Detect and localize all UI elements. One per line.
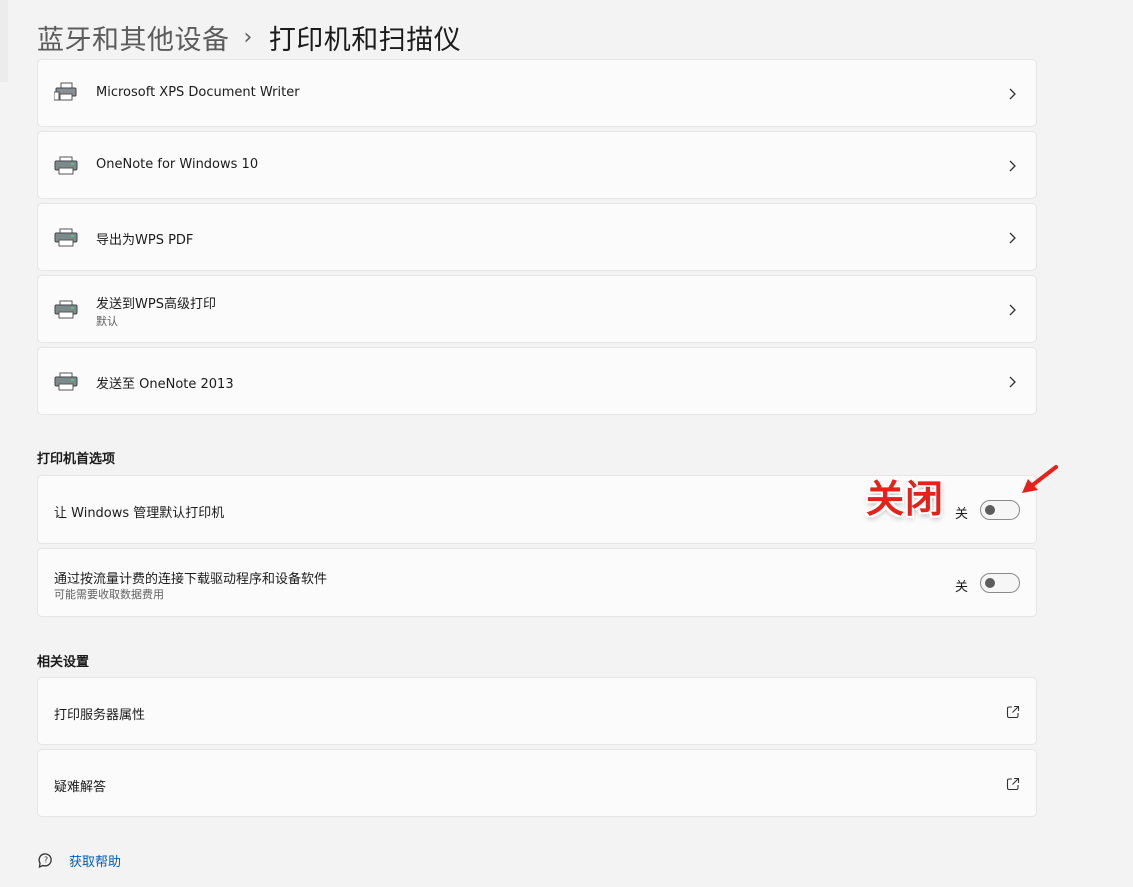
breadcrumb-separator: › — [243, 24, 253, 50]
pref-label: 通过按流量计费的连接下载驱动程序和设备软件 — [54, 572, 328, 587]
chevron-right-icon — [1009, 376, 1016, 388]
printer-row-wps-advanced[interactable]: 发送到WPS高级打印 默认 — [37, 275, 1037, 343]
printer-name: OneNote for Windows 10 — [96, 157, 259, 172]
printer-row-onenote-win10[interactable]: OneNote for Windows 10 — [37, 131, 1037, 199]
manage-default-printer-toggle[interactable] — [980, 500, 1020, 520]
chevron-right-icon — [1009, 232, 1016, 244]
toggle-knob — [985, 578, 995, 588]
printer-icon — [54, 156, 78, 175]
breadcrumb-parent[interactable]: 蓝牙和其他设备 — [37, 18, 230, 57]
annotation-arrow-icon — [1022, 465, 1058, 493]
related-label: 打印服务器属性 — [54, 708, 146, 723]
printer-row-xps[interactable]: Microsoft XPS Document Writer — [37, 59, 1037, 127]
metered-download-toggle[interactable] — [980, 573, 1020, 593]
related-row-troubleshoot[interactable]: 疑难解答 — [37, 749, 1037, 817]
page-title: 打印机和扫描仪 — [268, 24, 462, 56]
related-row-print-server-properties[interactable]: 打印服务器属性 — [37, 677, 1037, 745]
svg-text:?: ? — [44, 856, 48, 865]
get-help-link[interactable]: ? 获取帮助 — [37, 849, 121, 871]
toggle-state-label: 关 — [954, 507, 968, 522]
printer-row-wps-pdf[interactable]: 导出为WPS PDF — [37, 203, 1037, 271]
printer-icon — [54, 372, 78, 391]
printer-name: 发送至 OneNote 2013 — [96, 377, 234, 392]
related-label: 疑难解答 — [54, 780, 107, 795]
section-title-related-settings: 相关设置 — [37, 655, 90, 670]
section-title-printer-preferences: 打印机首选项 — [37, 452, 116, 467]
printer-name: 导出为WPS PDF — [96, 233, 194, 248]
printer-subtitle: 默认 — [96, 315, 118, 328]
printer-row-onenote-2013[interactable]: 发送至 OneNote 2013 — [37, 347, 1037, 415]
chevron-right-icon — [1009, 88, 1016, 100]
printer-name: 发送到WPS高级打印 — [96, 297, 216, 312]
toggle-state-label: 关 — [954, 580, 968, 595]
breadcrumb: 蓝牙和其他设备 › 打印机和扫描仪 — [37, 14, 461, 60]
chevron-right-icon — [1009, 160, 1016, 172]
get-help-label: 获取帮助 — [69, 854, 122, 870]
toggle-knob — [985, 505, 995, 515]
pref-label: 让 Windows 管理默认打印机 — [54, 506, 225, 521]
printer-name: Microsoft XPS Document Writer — [96, 85, 300, 100]
printer-icon — [54, 228, 78, 247]
external-link-icon — [1006, 777, 1020, 791]
document-writer-icon — [54, 82, 77, 101]
pref-subtitle: 可能需要收取数据费用 — [54, 588, 164, 601]
annotation-label: 关闭 — [866, 477, 945, 521]
chevron-right-icon — [1009, 304, 1016, 316]
left-edge — [0, 0, 8, 82]
pref-row-metered-download: 通过按流量计费的连接下载驱动程序和设备软件 可能需要收取数据费用 关 — [37, 548, 1037, 617]
external-link-icon — [1006, 705, 1020, 719]
printer-icon — [54, 300, 78, 319]
help-icon: ? — [38, 853, 52, 869]
